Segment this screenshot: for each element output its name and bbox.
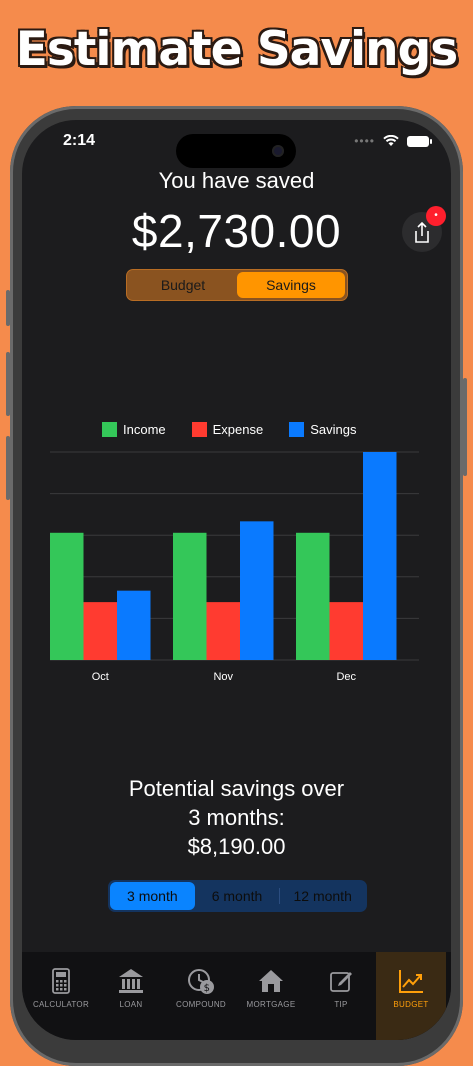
x-tick-label: Dec — [336, 671, 356, 683]
legend-label-income: Income — [123, 422, 166, 437]
legend-item-income: Income — [102, 422, 166, 437]
app-screen: 2:14 •••• You have saved $2,730.00 • Bud… — [22, 120, 451, 1040]
tabbar-label-budget: BUDGET — [393, 1000, 429, 1009]
tabbar-label-compound: COMPOUND — [176, 1000, 226, 1009]
power-button — [463, 378, 467, 476]
volume-up-button — [6, 352, 10, 416]
status-icons: •••• — [354, 134, 432, 148]
saved-label: You have saved — [158, 168, 315, 193]
calculator-icon — [52, 968, 70, 994]
signal-icon: •••• — [354, 134, 375, 148]
tabbar-label-loan: LOAN — [119, 1000, 143, 1009]
tab-savings[interactable]: Savings — [237, 272, 345, 298]
bar-savings-nov — [240, 521, 274, 660]
house-icon — [259, 970, 283, 992]
bar-expense-oct — [83, 602, 117, 660]
notification-badge: • — [426, 206, 446, 226]
potential-line2: 3 months: — [188, 805, 285, 830]
chart-icon — [399, 970, 423, 993]
potential-line1: Potential savings over — [128, 776, 345, 801]
bottom-tab-bar: CALCULATOR LOAN $ COMPOUND MORTGAGE TIP … — [22, 952, 451, 1040]
tabbar-item-compound[interactable]: $ COMPOUND — [166, 952, 236, 1040]
legend-swatch-savings — [289, 422, 305, 437]
tabbar-label-calculator: CALCULATOR — [32, 1000, 90, 1009]
tabbar-item-tip[interactable]: TIP — [306, 952, 376, 1040]
bar-savings-oct — [117, 590, 151, 660]
bar-income-dec — [296, 532, 330, 660]
dynamic-island — [176, 134, 296, 168]
mode-segmented-control[interactable]: Budget Savings — [126, 269, 348, 301]
tabbar-label-tip: TIP — [334, 1000, 348, 1009]
volume-down-button — [6, 436, 10, 500]
legend-swatch-expense — [191, 422, 207, 437]
bar-income-oct — [50, 532, 84, 660]
bar-savings-dec — [363, 452, 397, 660]
bar-expense-dec — [329, 602, 363, 660]
tabbar-item-calculator[interactable]: CALCULATOR — [26, 952, 96, 1040]
potential-amount: $8,190.00 — [187, 834, 286, 859]
bank-icon — [119, 969, 143, 993]
legend-item-savings: Savings — [289, 422, 356, 437]
legend-item-expense: Expense — [191, 422, 264, 437]
tab-3-month[interactable]: 3 month — [110, 882, 195, 910]
tabbar-item-mortgage[interactable]: MORTGAGE — [236, 952, 306, 1040]
legend-label-savings: Savings — [310, 422, 357, 437]
tabbar-item-loan[interactable]: LOAN — [96, 952, 166, 1040]
tab-12-month[interactable]: 12 month — [280, 882, 365, 910]
legend-swatch-income — [102, 422, 117, 437]
wifi-icon — [383, 135, 399, 146]
chart-legend: Income Expense Savings — [102, 422, 368, 437]
silent-switch — [6, 290, 10, 326]
tab-6-month[interactable]: 6 month — [195, 882, 280, 910]
share-button[interactable]: • — [402, 206, 446, 252]
headline: Estimate Savings — [15, 22, 458, 77]
saved-amount: $2,730.00 — [131, 205, 342, 257]
status-time: 2:14 — [63, 132, 96, 149]
svg-text:$: $ — [204, 983, 211, 994]
battery-icon — [407, 135, 432, 147]
tabbar-item-budget[interactable]: BUDGET — [376, 952, 446, 1040]
compound-clock-icon: $ — [188, 969, 214, 994]
legend-label-expense: Expense — [212, 422, 264, 437]
tabbar-label-mortgage: MORTGAGE — [246, 1000, 296, 1009]
x-tick-label: Oct — [92, 671, 109, 683]
period-segmented-control[interactable]: 3 month 6 month 12 month — [108, 880, 367, 912]
bar-income-nov — [173, 532, 207, 660]
x-tick-label: Nov — [213, 671, 233, 683]
camera-icon — [272, 145, 284, 157]
tab-budget[interactable]: Budget — [129, 272, 237, 298]
edit-icon — [330, 972, 352, 992]
potential-savings: Potential savings over 3 months: $8,190.… — [22, 774, 451, 861]
bar-expense-nov — [206, 602, 240, 660]
savings-bar-chart: Oct Nov Dec — [50, 451, 419, 683]
